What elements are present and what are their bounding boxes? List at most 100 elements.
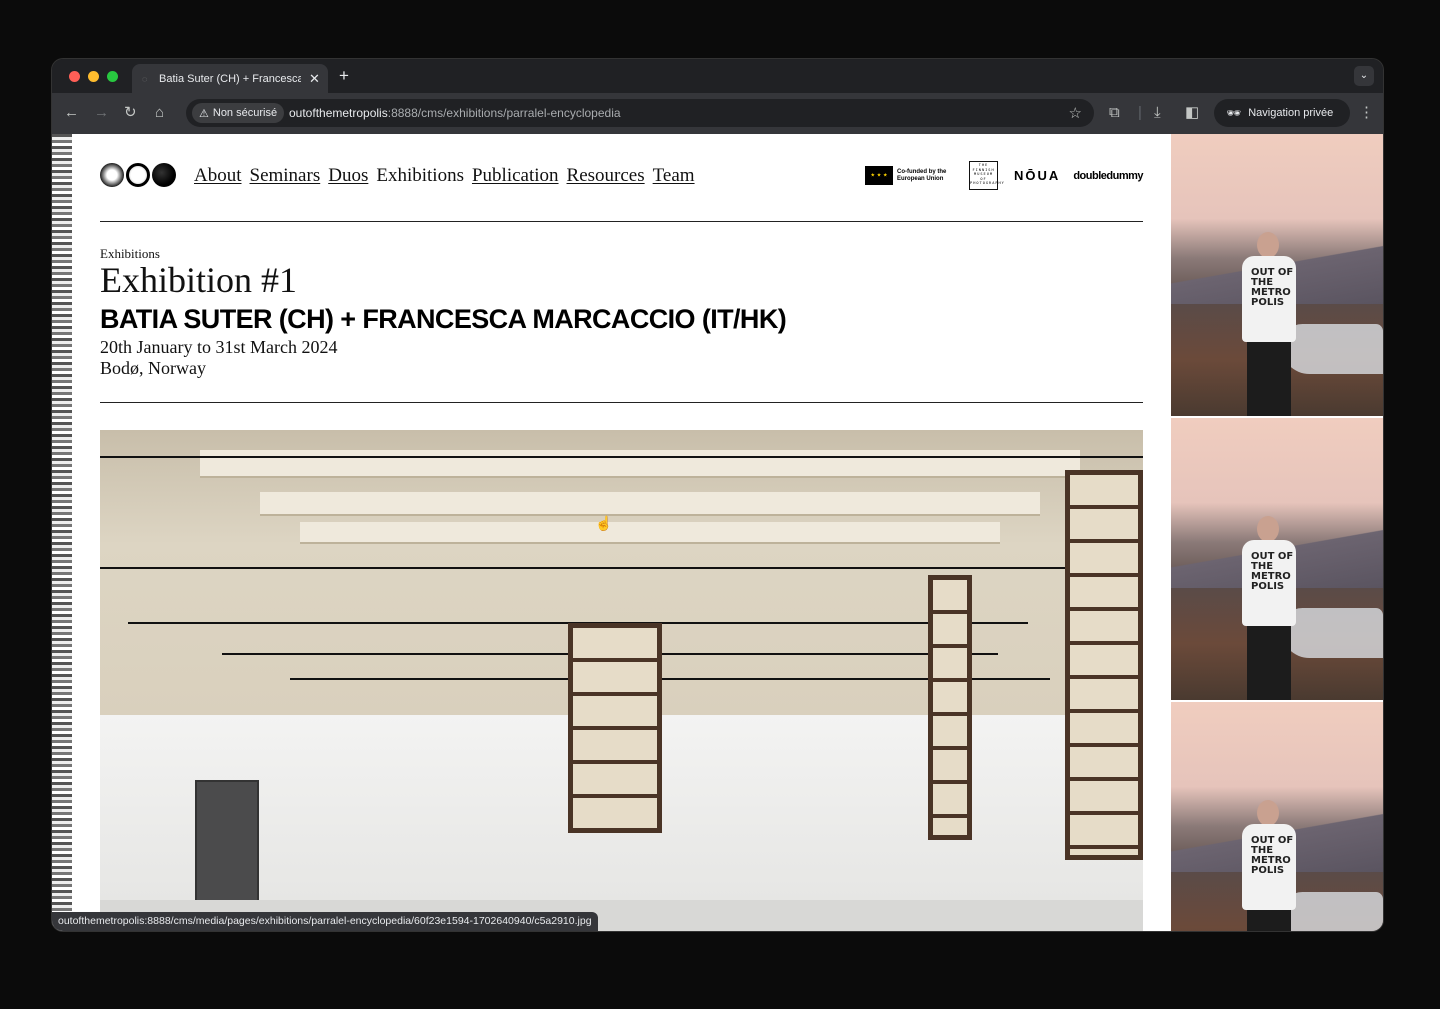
photo-wire: [100, 567, 1143, 569]
photo-legs: [1247, 626, 1291, 700]
tab-strip: ◌ Batia Suter (CH) + Francesca ✕ + ⌄: [52, 59, 1383, 93]
photo-legs: [1247, 910, 1291, 931]
url-path: :8888/cms/exhibitions/parralel-encyclope…: [387, 106, 621, 120]
nav-seminars[interactable]: Seminars: [250, 165, 321, 187]
downloads-button[interactable]: ⤓: [1154, 104, 1161, 122]
hand-cursor-icon: ☝: [595, 515, 613, 531]
photo-window: [928, 575, 972, 840]
exhibition-location: Bodø, Norway: [100, 358, 206, 378]
partner-logos: ⋆⋆⋆ Co-funded by the European Union THE …: [865, 161, 1143, 190]
side-photo: OUT OF THE METRO POLIS: [1171, 418, 1383, 700]
back-button[interactable]: ←: [64, 104, 79, 122]
exhibition-photo[interactable]: ☝: [100, 430, 1143, 931]
main-nav: About Seminars Duos Exhibitions Publicat…: [194, 165, 695, 187]
home-icon: ⌂: [155, 104, 165, 121]
menu-button[interactable]: ⋮: [1359, 104, 1374, 122]
exhibition-title: Exhibition #1: [100, 260, 297, 300]
photo-beam: [260, 492, 1040, 516]
finnish-museum-logo: THE FINNISH MUSEUM OF PHOTOGRAPHY: [969, 161, 1004, 190]
logo-circle-3: [152, 163, 176, 187]
side-photo-strip: OUT OF THE METRO POLIS OUT OF THE METRO …: [1171, 134, 1383, 931]
logo-circle-1: [100, 163, 124, 187]
photo-wire: [100, 456, 1143, 458]
eu-flag-icon: ⋆⋆⋆: [865, 166, 894, 185]
security-label: Non sécurisé: [212, 107, 278, 119]
doubledummy-logo: doubledummy: [1073, 169, 1143, 182]
web-page: About Seminars Duos Exhibitions Publicat…: [52, 134, 1383, 931]
tab-title: Batia Suter (CH) + Francesca: [159, 72, 301, 85]
new-tab-button[interactable]: +: [339, 66, 349, 86]
puzzle-icon: ⧉: [1109, 104, 1120, 121]
photo-person: OUT OF THE METRO POLIS: [1239, 800, 1299, 931]
arrow-left-icon: ←: [64, 104, 79, 121]
security-chip[interactable]: ⚠ Non sécurisé: [192, 103, 285, 123]
exhibition-dates: 20th January to 31st March 2024: [100, 337, 338, 357]
nav-team[interactable]: Team: [653, 165, 695, 187]
photo-beam: [200, 450, 1080, 478]
close-window-button[interactable]: [69, 71, 80, 82]
loading-icon: ◌: [142, 73, 148, 84]
browser-window: ◌ Batia Suter (CH) + Francesca ✕ + ⌄ ← →…: [52, 59, 1383, 931]
site-header: About Seminars Duos Exhibitions Publicat…: [100, 134, 1143, 222]
forward-button[interactable]: →: [94, 104, 109, 122]
address-bar[interactable]: ⚠ Non sécurisé outofthemetropolis:8888/c…: [186, 99, 1094, 127]
main-content: About Seminars Duos Exhibitions Publicat…: [100, 134, 1143, 931]
reload-icon: ↻: [124, 104, 137, 121]
warning-icon: ⚠: [199, 107, 209, 120]
side-photo: OUT OF THE METRO POLIS: [1171, 134, 1383, 416]
shirt-print: OUT OF THE METRO POLIS: [1251, 551, 1294, 592]
spiral-binding-decoration: [52, 134, 72, 931]
photo-shirt: OUT OF THE METRO POLIS: [1242, 540, 1296, 626]
photo-shirt: OUT OF THE METRO POLIS: [1242, 256, 1296, 342]
shirt-print: OUT OF THE METRO POLIS: [1251, 267, 1294, 308]
status-bar-url: outofthemetropolis:8888/cms/media/pages/…: [52, 912, 598, 931]
exhibition-artists: BATIA SUTER (CH) + FRANCESCA MARCACCIO (…: [100, 304, 787, 334]
reload-button[interactable]: ↻: [124, 104, 137, 122]
shirt-print: OUT OF THE METRO POLIS: [1251, 835, 1294, 876]
url-text[interactable]: outofthemetropolis:8888/cms/exhibitions/…: [289, 106, 621, 120]
arrow-right-icon: →: [94, 104, 109, 121]
browser-toolbar: ← → ↻ ⌂ ⚠ Non sécurisé outofthemetropoli…: [52, 93, 1383, 134]
url-host: outofthemetropolis: [289, 106, 388, 120]
photo-head: [1257, 800, 1279, 826]
photo-window: [568, 623, 662, 833]
side-photo: OUT OF THE METRO POLIS: [1171, 702, 1383, 931]
nav-resources[interactable]: Resources: [567, 165, 645, 187]
photo-person: OUT OF THE METRO POLIS: [1239, 232, 1299, 416]
nav-publication[interactable]: Publication: [472, 165, 559, 187]
eu-text: Co-funded by the European Union: [897, 168, 947, 182]
tab-close-icon[interactable]: ✕: [309, 71, 320, 87]
side-panel-button[interactable]: ◧: [1185, 104, 1199, 122]
exhibition-intro: Exhibitions Exhibition #1 BATIA SUTER (C…: [100, 222, 1143, 403]
bookmark-star-icon[interactable]: ☆: [1069, 104, 1082, 122]
extensions-button[interactable]: ⧉: [1109, 104, 1120, 122]
site-logo[interactable]: [100, 163, 176, 187]
chevron-down-icon: ⌄: [1359, 70, 1369, 81]
eu-logo: ⋆⋆⋆ Co-funded by the European Union: [865, 166, 959, 185]
download-icon: ⤓: [1154, 104, 1161, 121]
side-panel-icon: ◧: [1185, 104, 1200, 121]
photo-head: [1257, 516, 1279, 542]
photo-legs: [1247, 342, 1291, 416]
more-vertical-icon: ⋮: [1359, 104, 1374, 121]
tab-search-button[interactable]: ⌄: [1354, 66, 1374, 86]
photo-shirt: OUT OF THE METRO POLIS: [1242, 824, 1296, 910]
home-button[interactable]: ⌂: [155, 104, 164, 122]
window-controls: [69, 71, 118, 82]
noua-logo: NŌUA: [1014, 168, 1061, 183]
private-mode-chip[interactable]: 🕶 Navigation privée: [1214, 99, 1350, 127]
nav-duos[interactable]: Duos: [328, 165, 368, 187]
incognito-icon: 🕶: [1226, 106, 1242, 120]
photo-beam: [300, 522, 1000, 544]
photo-head: [1257, 232, 1279, 258]
toolbar-divider: |: [1138, 104, 1142, 121]
private-label: Navigation privée: [1248, 107, 1334, 119]
logo-circle-2: [126, 163, 150, 187]
nav-about[interactable]: About: [194, 165, 242, 187]
photo-person: OUT OF THE METRO POLIS: [1239, 516, 1299, 700]
maximize-window-button[interactable]: [107, 71, 118, 82]
photo-window: [1065, 470, 1143, 860]
minimize-window-button[interactable]: [88, 71, 99, 82]
nav-exhibitions[interactable]: Exhibitions: [376, 165, 464, 187]
tab-active[interactable]: ◌ Batia Suter (CH) + Francesca ✕: [132, 64, 328, 93]
